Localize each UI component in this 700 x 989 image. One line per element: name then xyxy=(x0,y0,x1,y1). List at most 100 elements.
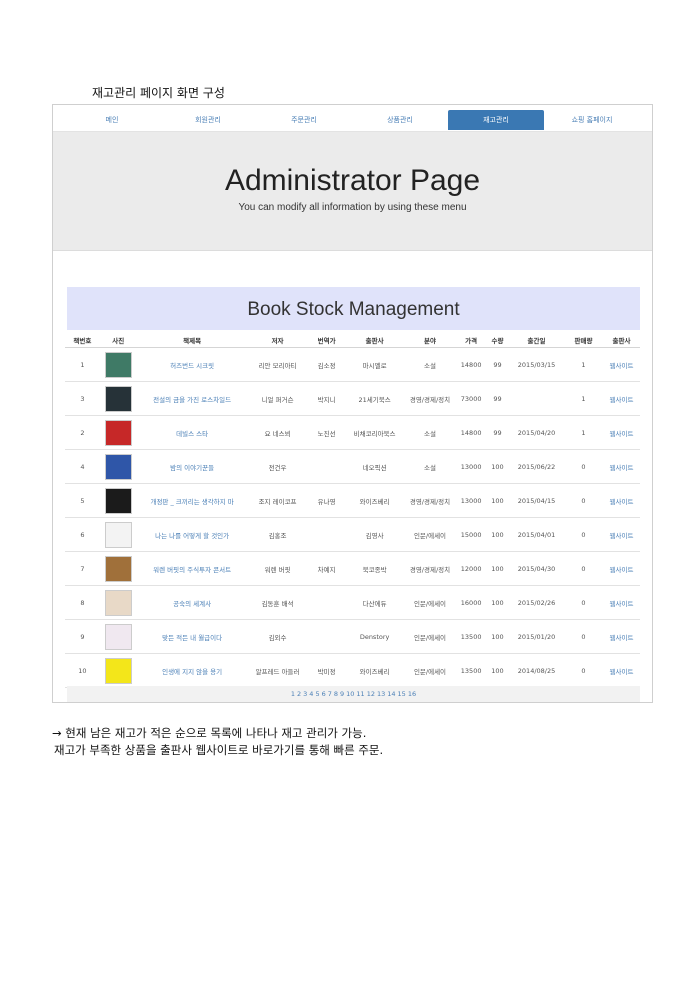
book-title-link[interactable]: 나는 나를 어떻게 할 것인가 xyxy=(155,532,229,540)
nav-item-1[interactable]: 회원관리 xyxy=(160,110,256,130)
translator-cell xyxy=(307,517,346,552)
book-title-cell: 전설의 금을 가진 로스차일드 xyxy=(136,381,248,416)
sold-cell: 0 xyxy=(563,619,603,654)
date-cell xyxy=(509,381,564,416)
page-link[interactable]: 1 xyxy=(291,690,295,698)
qty-cell: 99 xyxy=(485,347,510,382)
author-cell: 김홍조 xyxy=(247,517,308,552)
publisher-site-link[interactable]: 웹사이트 xyxy=(610,532,634,540)
page-link[interactable]: 16 xyxy=(408,690,416,698)
book-title-cell: 밤의 이야기꾼들 xyxy=(136,449,248,484)
nav-item-5[interactable]: 쇼핑 홈페이지 xyxy=(544,110,640,130)
publisher-site-link[interactable]: 웹사이트 xyxy=(610,464,634,472)
page-link[interactable]: 11 xyxy=(356,690,364,698)
page-link[interactable]: 10 xyxy=(346,690,354,698)
page-link[interactable]: 12 xyxy=(367,690,375,698)
book-title-cell: 나는 나를 어떻게 할 것인가 xyxy=(136,517,248,552)
book-title-link[interactable]: 맞든 적든 내 월급이다 xyxy=(162,634,222,642)
book-title-link[interactable]: 전설의 금을 가진 로스차일드 xyxy=(153,396,231,404)
sold-cell: 1 xyxy=(563,415,603,450)
page-link[interactable]: 8 xyxy=(334,690,338,698)
price-cell: 73000 xyxy=(456,381,486,416)
translator-cell: 노진선 xyxy=(307,415,346,450)
cover-cell xyxy=(99,619,137,654)
book-cover-image xyxy=(104,657,132,684)
column-header: 번역가 xyxy=(307,333,346,348)
column-header: 수량 xyxy=(485,333,510,348)
publisher-site-link[interactable]: 웹사이트 xyxy=(610,668,634,676)
publisher-site-link[interactable]: 웹사이트 xyxy=(610,498,634,506)
cover-cell xyxy=(99,517,137,552)
site-cell: 웹사이트 xyxy=(602,381,640,416)
book-cover-image xyxy=(104,385,132,412)
page-link[interactable]: 15 xyxy=(398,690,406,698)
nav-item-3[interactable]: 상품관리 xyxy=(352,110,448,130)
no-cell: 3 xyxy=(65,381,100,416)
site-cell: 웹사이트 xyxy=(602,619,640,654)
page-link[interactable]: 3 xyxy=(303,690,307,698)
no-cell: 8 xyxy=(65,585,100,620)
book-title-link[interactable]: 인생에 지지 않을 용기 xyxy=(162,668,222,676)
book-title-link[interactable]: 허즈번드 시크릿 xyxy=(170,362,214,370)
note-line-2: 재고가 부족한 상품을 출판사 웹사이트로 바로가기를 통해 빠른 주문. xyxy=(54,743,384,757)
no-cell: 5 xyxy=(65,483,100,518)
page-link[interactable]: 5 xyxy=(315,690,319,698)
book-title-link[interactable]: 개정판 _ 크끼리는 생각하지 마 xyxy=(150,498,233,506)
column-header: 책번호 xyxy=(65,333,100,348)
column-header: 사진 xyxy=(99,333,137,348)
book-cover-image xyxy=(104,419,132,446)
column-header: 출판사 xyxy=(602,333,640,348)
price-cell: 13500 xyxy=(456,619,486,654)
book-title-link[interactable]: 데빌스 스타 xyxy=(176,430,208,438)
sold-cell: 0 xyxy=(563,483,603,518)
no-cell: 4 xyxy=(65,449,100,484)
publisher-site-link[interactable]: 웹사이트 xyxy=(610,430,634,438)
cover-cell xyxy=(99,551,137,586)
page-link[interactable]: 13 xyxy=(377,690,385,698)
genre-cell: 소설 xyxy=(403,415,457,450)
pagination: 1 2 3 4 5 6 7 8 9 10 11 12 13 14 15 16 xyxy=(67,686,640,702)
publisher-site-link[interactable]: 웹사이트 xyxy=(610,396,634,404)
sold-cell: 1 xyxy=(563,381,603,416)
table-row: 7 워렌 버핏의 주식투자 콘서트 워렌 버핏 차예지 북코종박 경영/경제/정치 1200… xyxy=(65,551,640,586)
author-cell: 리안 모리아티 xyxy=(247,347,308,382)
author-cell: 워렌 버핏 xyxy=(247,551,308,586)
book-title-link[interactable]: 공숙의 세계사 xyxy=(173,600,211,608)
sold-cell: 0 xyxy=(563,551,603,586)
cover-cell xyxy=(99,653,137,688)
publisher-cell: 와이즈베리 xyxy=(345,653,404,688)
book-title-link[interactable]: 워렌 버핏의 주식투자 콘서트 xyxy=(153,566,231,574)
table-row: 3 전설의 금을 가진 로스차일드 니얼 퍼거슨 박지니 21세기북스 경영/경제/정치 7… xyxy=(65,381,640,416)
page-link[interactable]: 2 xyxy=(297,690,301,698)
page-link[interactable]: 9 xyxy=(340,690,344,698)
author-cell: 요 네스뵈 xyxy=(247,415,308,450)
book-title-cell: 허즈번드 시크릿 xyxy=(136,347,248,382)
book-title-cell: 데빌스 스타 xyxy=(136,415,248,450)
book-title-cell: 공숙의 세계사 xyxy=(136,585,248,620)
genre-cell: 소설 xyxy=(403,347,457,382)
book-title-link[interactable]: 밤의 이야기꾼들 xyxy=(170,464,214,472)
page-link[interactable]: 6 xyxy=(322,690,326,698)
book-cover-image xyxy=(104,623,132,650)
publisher-site-link[interactable]: 웹사이트 xyxy=(610,566,634,574)
sold-cell: 1 xyxy=(563,347,603,382)
no-cell: 7 xyxy=(65,551,100,586)
site-cell: 웹사이트 xyxy=(602,517,640,552)
nav-item-0[interactable]: 메인 xyxy=(64,110,160,130)
publisher-cell: 다산에듀 xyxy=(345,585,404,620)
nav-item-4[interactable]: 재고관리 xyxy=(448,110,544,130)
page-link[interactable]: 4 xyxy=(309,690,313,698)
date-cell: 2015/06/22 xyxy=(509,449,564,484)
publisher-site-link[interactable]: 웹사이트 xyxy=(610,362,634,370)
publisher-cell: 김영사 xyxy=(345,517,404,552)
publisher-site-link[interactable]: 웹사이트 xyxy=(610,600,634,608)
nav-item-2[interactable]: 주문관리 xyxy=(256,110,352,130)
table-row: 4 밤의 이야기꾼들 전건우 네오픽션 소설 13000 100 2015/06/22 0 웹사이… xyxy=(65,449,640,484)
publisher-site-link[interactable]: 웹사이트 xyxy=(610,634,634,642)
no-cell: 6 xyxy=(65,517,100,552)
panel-title: Book Stock Management xyxy=(67,287,640,330)
page-link[interactable]: 14 xyxy=(387,690,395,698)
genre-cell: 인문/에세이 xyxy=(403,619,457,654)
page-link[interactable]: 7 xyxy=(328,690,332,698)
author-cell: 니얼 퍼거슨 xyxy=(247,381,308,416)
